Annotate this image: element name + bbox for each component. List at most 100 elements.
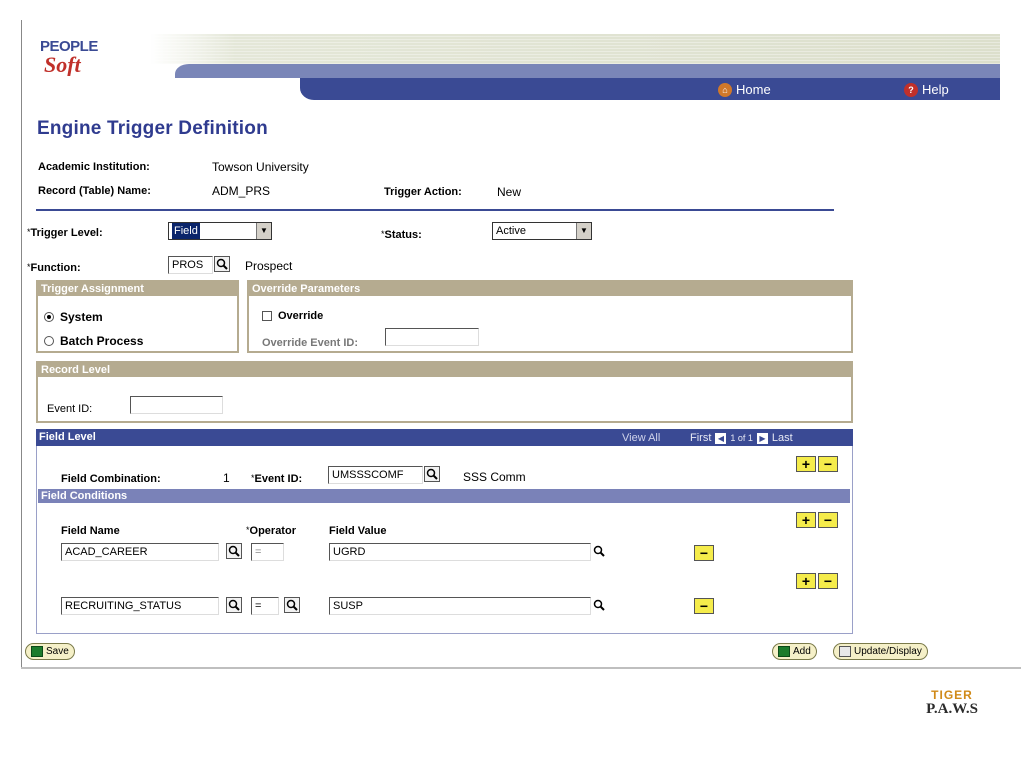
radio-system-button[interactable]: [44, 312, 54, 322]
delete-row-button[interactable]: −: [818, 456, 838, 472]
view-all-link[interactable]: View All: [622, 432, 660, 444]
help-link[interactable]: ? Help: [904, 82, 949, 98]
trigger-action-value: New: [497, 185, 522, 199]
add-button[interactable]: Add: [772, 643, 817, 660]
header-bar-upper: [175, 64, 1000, 78]
field-event-label: *Event ID:: [251, 473, 303, 485]
status-select[interactable]: Active ▼: [492, 222, 592, 240]
operator-lookup-button[interactable]: [284, 597, 300, 613]
field-value-lookup-button[interactable]: [591, 543, 607, 559]
radio-system-label: System: [60, 310, 103, 324]
save-icon: [31, 646, 43, 657]
field-name-lookup-button[interactable]: [226, 597, 242, 613]
status-value: Active: [496, 225, 526, 237]
trigger-level-label: *Trigger Level:: [27, 227, 103, 239]
help-icon: ?: [904, 83, 918, 97]
help-label: Help: [922, 82, 949, 97]
field-conditions-header: Field Conditions: [38, 489, 850, 503]
add-label: Add: [793, 646, 811, 657]
home-label: Home: [736, 82, 771, 97]
radio-batch-button[interactable]: [44, 336, 54, 346]
add-row-button[interactable]: +: [796, 456, 816, 472]
tiger-paws-line1: TIGER: [931, 688, 973, 702]
field-value-lookup-button[interactable]: [591, 597, 607, 613]
field-name-input[interactable]: RECRUITING_STATUS: [61, 597, 219, 615]
field-level-title: Field Level: [39, 431, 96, 443]
radio-system[interactable]: System: [44, 310, 103, 324]
dropdown-arrow-icon: ▼: [256, 223, 271, 239]
add-icon: [778, 646, 790, 657]
override-parameters-title: Override Parameters: [249, 282, 851, 296]
lookup-icon: [426, 468, 438, 480]
lookup-icon: [593, 545, 605, 557]
override-event-label: Override Event ID:: [262, 337, 358, 349]
radio-batch-label: Batch Process: [60, 334, 144, 348]
first-link[interactable]: First: [690, 432, 711, 444]
dropdown-arrow-icon: ▼: [576, 223, 591, 239]
lookup-icon: [593, 599, 605, 611]
record-label: Record (Table) Name:: [38, 185, 151, 197]
trigger-assignment-title: Trigger Assignment: [38, 282, 237, 296]
update-icon: [839, 646, 851, 657]
save-label: Save: [46, 646, 69, 657]
radio-batch[interactable]: Batch Process: [44, 334, 143, 348]
update-display-button[interactable]: Update/Display: [833, 643, 928, 660]
field-event-input[interactable]: UMSSSCOMF: [328, 466, 423, 484]
nav-prev-icon[interactable]: ◀: [715, 432, 727, 444]
delete-condition-button[interactable]: −: [818, 573, 838, 589]
trigger-action-label: Trigger Action:: [384, 186, 462, 198]
peoplesoft-logo: PEOPLE Soft: [40, 38, 99, 76]
update-label: Update/Display: [854, 646, 922, 657]
last-link[interactable]: Last: [772, 432, 793, 444]
field-value-input[interactable]: SUSP: [329, 597, 591, 615]
trigger-level-select[interactable]: Field ▼: [168, 222, 272, 240]
delete-condition-button[interactable]: −: [818, 512, 838, 528]
field-level-nav: First ◀ 1 of 1 ▶ Last: [690, 432, 793, 444]
record-level-title: Record Level: [38, 363, 851, 377]
function-label: *Function:: [27, 262, 81, 274]
page-title: Engine Trigger Definition: [37, 118, 268, 139]
logo-text-2: Soft: [44, 52, 82, 76]
header-stripes: [150, 34, 1000, 64]
tiger-paws-logo: TIGER P.A.W.S: [924, 688, 980, 717]
home-link[interactable]: ⌂ Home: [718, 82, 771, 98]
lookup-icon: [228, 545, 240, 557]
override-event-input[interactable]: [385, 328, 479, 346]
add-condition-button[interactable]: +: [796, 512, 816, 528]
nav-range: 1 of 1: [730, 433, 753, 443]
col-field-value: Field Value: [329, 525, 387, 537]
institution-value: Towson University: [212, 160, 309, 174]
override-checkbox-row[interactable]: Override: [262, 310, 323, 322]
field-name-input[interactable]: ACAD_CAREER: [61, 543, 219, 561]
delete-condition-row-button[interactable]: −: [694, 598, 714, 614]
record-value: ADM_PRS: [212, 184, 271, 198]
nav-next-icon[interactable]: ▶: [756, 432, 768, 444]
home-icon: ⌂: [718, 83, 732, 97]
col-field-name: Field Name: [61, 525, 120, 537]
operator-input[interactable]: =: [251, 543, 284, 561]
function-input[interactable]: PROS: [168, 256, 213, 274]
col-operator: *Operator: [246, 525, 296, 537]
field-event-description: SSS Comm: [463, 470, 526, 484]
status-label: *Status:: [381, 229, 422, 241]
function-description: Prospect: [245, 259, 293, 273]
override-checkbox[interactable]: [262, 311, 272, 321]
operator-input[interactable]: =: [251, 597, 279, 615]
record-event-input[interactable]: [130, 396, 223, 414]
window-edge: [21, 20, 22, 668]
add-condition-button[interactable]: +: [796, 573, 816, 589]
tiger-paws-line2: P.A.W.S: [926, 701, 978, 717]
lookup-icon: [228, 599, 240, 611]
lookup-icon: [286, 599, 298, 611]
override-label: Override: [278, 310, 324, 322]
save-button[interactable]: Save: [25, 643, 75, 660]
field-event-lookup-button[interactable]: [424, 466, 440, 482]
institution-label: Academic Institution:: [38, 161, 150, 173]
record-event-label: Event ID:: [47, 403, 93, 415]
delete-condition-row-button[interactable]: −: [694, 545, 714, 561]
field-name-lookup-button[interactable]: [226, 543, 242, 559]
field-combination-label: Field Combination:: [61, 473, 161, 485]
field-value-input[interactable]: UGRD: [329, 543, 591, 561]
status-bar-line: [21, 667, 1021, 669]
function-lookup-button[interactable]: [214, 256, 230, 272]
